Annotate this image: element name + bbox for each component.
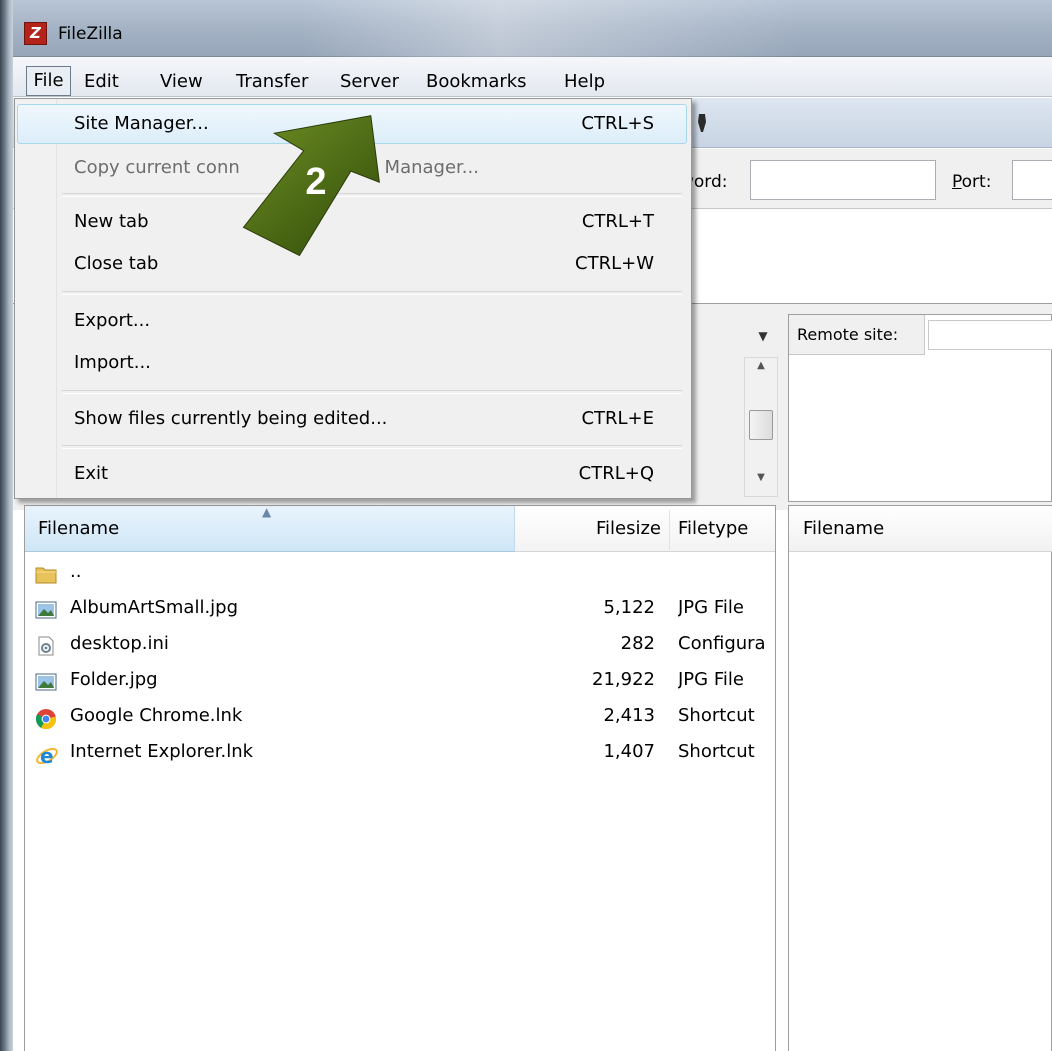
- column-divider[interactable]: [669, 510, 670, 550]
- title-bar-glow: [300, 0, 800, 57]
- remote-column-header-filename[interactable]: Filename: [803, 518, 884, 539]
- file-type: Configura: [678, 633, 766, 654]
- table-row[interactable]: e Internet Explorer.lnk 1,407 Shortcut: [25, 738, 775, 772]
- step-arrow-annotation: 2: [242, 115, 380, 257]
- file-name: AlbumArtSmall.jpg: [70, 597, 239, 618]
- shortcut-close-tab: CTRL+W: [575, 253, 654, 274]
- file-name: Folder.jpg: [70, 669, 158, 690]
- file-type: JPG File: [678, 669, 744, 690]
- table-row[interactable]: desktop.ini 282 Configura: [25, 630, 775, 664]
- folder-icon: [35, 564, 57, 584]
- config-file-icon: [35, 636, 57, 656]
- shortcut-new-tab: CTRL+T: [581, 211, 654, 232]
- file-size: 1,407: [603, 741, 655, 762]
- shortcut-show-edited-files: CTRL+E: [581, 408, 654, 429]
- menu-item-exit[interactable]: Exit: [74, 463, 108, 484]
- shortcut-exit: CTRL+Q: [578, 463, 654, 484]
- chrome-icon: [35, 708, 57, 730]
- file-name: Google Chrome.lnk: [70, 705, 243, 726]
- menu-item-site-manager[interactable]: Site Manager...: [74, 113, 209, 134]
- file-size: 2,413: [603, 705, 655, 726]
- toolbar-icon[interactable]: [696, 112, 708, 134]
- file-size: 282: [620, 633, 655, 654]
- remote-site-label: Remote site:: [789, 315, 925, 355]
- column-header-filesize[interactable]: Filesize: [560, 518, 661, 539]
- scrollbar-thumb[interactable]: [749, 410, 773, 440]
- remote-site-input[interactable]: [928, 320, 1052, 350]
- port-field[interactable]: [1012, 160, 1052, 200]
- menu-file[interactable]: File: [26, 66, 71, 96]
- file-type: Shortcut: [678, 741, 755, 762]
- scroll-up-icon[interactable]: ▲: [752, 360, 770, 378]
- svg-text:e: e: [40, 744, 54, 768]
- file-name: Internet Explorer.lnk: [70, 741, 254, 762]
- chevron-down-icon[interactable]: ▼: [752, 324, 774, 348]
- menu-separator: [62, 291, 682, 295]
- menu-bookmarks[interactable]: Bookmarks: [426, 68, 527, 96]
- scroll-down-icon[interactable]: ▼: [752, 472, 770, 490]
- shortcut-site-manager: CTRL+S: [581, 113, 654, 134]
- menu-separator: [62, 390, 682, 394]
- menu-icon-gutter: [15, 99, 57, 498]
- image-file-icon: [35, 600, 57, 620]
- column-header-filetype[interactable]: Filetype: [678, 518, 748, 539]
- password-field[interactable]: [750, 160, 936, 200]
- file-type: JPG File: [678, 597, 744, 618]
- file-name: ..: [70, 561, 82, 582]
- window-title: FileZilla: [58, 24, 123, 44]
- file-type: Shortcut: [678, 705, 755, 726]
- menu-item-export[interactable]: Export...: [74, 310, 150, 331]
- window-frame-left: [0, 0, 13, 1051]
- table-row[interactable]: AlbumArtSmall.jpg 5,122 JPG File: [25, 594, 775, 628]
- menu-item-close-tab[interactable]: Close tab: [74, 253, 158, 274]
- file-size: 21,922: [592, 669, 655, 690]
- menu-separator: [62, 445, 682, 449]
- menu-edit[interactable]: Edit: [84, 68, 119, 96]
- filezilla-icon[interactable]: Z: [24, 22, 47, 45]
- table-row[interactable]: ..: [25, 558, 775, 592]
- table-row[interactable]: Google Chrome.lnk 2,413 Shortcut: [25, 702, 775, 736]
- ie-icon: e: [35, 744, 58, 768]
- menu-item-import[interactable]: Import...: [74, 352, 151, 373]
- menu-item-new-tab[interactable]: New tab: [74, 211, 149, 232]
- sort-ascending-icon: ▲: [262, 505, 272, 519]
- menu-help[interactable]: Help: [564, 68, 605, 96]
- step-number: 2: [305, 161, 326, 203]
- file-size: 5,122: [603, 597, 655, 618]
- menu-item-show-edited-files[interactable]: Show files currently being edited...: [74, 408, 387, 429]
- table-row[interactable]: Folder.jpg 21,922 JPG File: [25, 666, 775, 700]
- file-name: desktop.ini: [70, 633, 169, 654]
- menu-view[interactable]: View: [160, 68, 203, 96]
- column-header-filename-label: Filename: [38, 518, 120, 539]
- image-file-icon: [35, 672, 57, 692]
- remote-file-list[interactable]: [788, 505, 1052, 1051]
- port-label: Port:: [952, 172, 992, 192]
